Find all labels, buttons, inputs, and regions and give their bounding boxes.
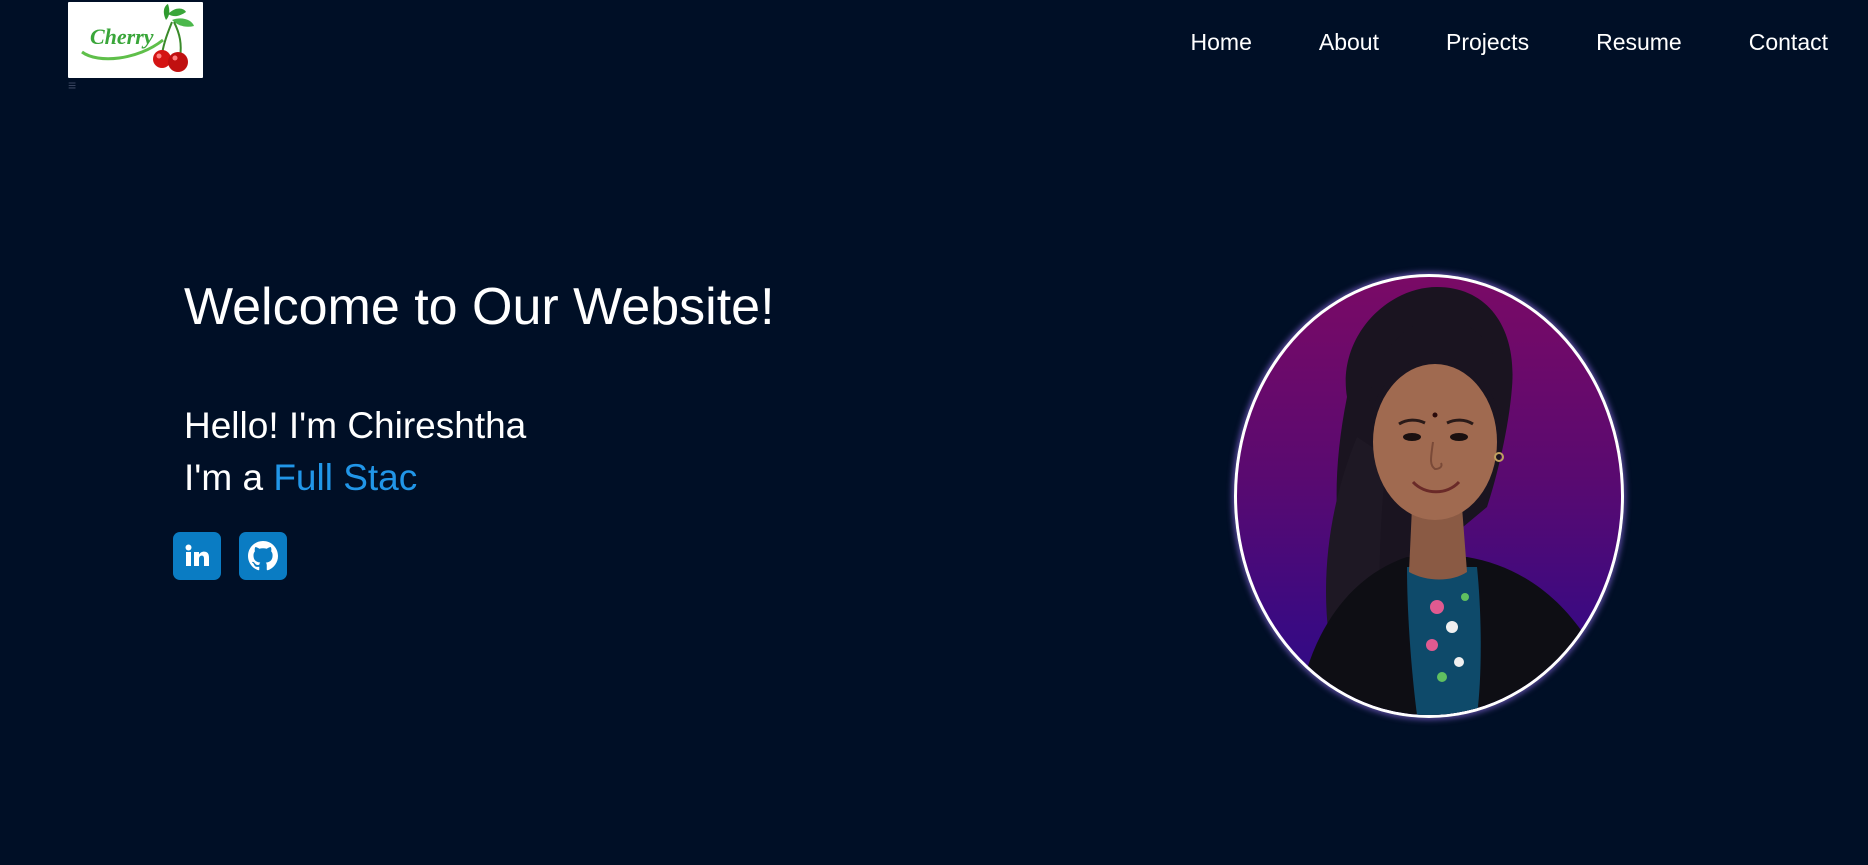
nav-contact-link[interactable]: Contact <box>1749 26 1828 58</box>
github-icon <box>248 541 278 571</box>
hero-greeting: Hello! I'm Chireshtha <box>184 405 527 446</box>
nav-resume-link[interactable]: Resume <box>1596 26 1682 58</box>
hero-title: Welcome to Our Website! <box>184 278 775 336</box>
site-logo[interactable]: Cherry <box>68 2 203 78</box>
linkedin-icon <box>185 544 209 566</box>
cherry-logo-graphic: Cherry <box>81 4 194 72</box>
main-nav: Home About Projects Resume Contact <box>1191 26 1828 58</box>
profile-photo <box>1234 274 1624 718</box>
page: Cherry ≡ Home About Projects Resume Cont… <box>0 0 1868 865</box>
hamburger-menu-icon[interactable]: ≡ <box>68 78 76 92</box>
social-links <box>173 532 287 580</box>
profile-photo-illustration <box>1297 287 1621 715</box>
nav-about-link[interactable]: About <box>1319 26 1379 58</box>
linkedin-button[interactable] <box>173 532 221 580</box>
nav-projects-link[interactable]: Projects <box>1446 26 1529 58</box>
nav-home-link[interactable]: Home <box>1191 26 1252 58</box>
github-button[interactable] <box>239 532 287 580</box>
role-typed-text: Full Stac <box>273 457 418 498</box>
logo-text: Cherry <box>90 24 154 49</box>
hero-role-line: I'm a Full Stac <box>184 456 417 500</box>
role-prefix: I'm a <box>184 457 274 498</box>
